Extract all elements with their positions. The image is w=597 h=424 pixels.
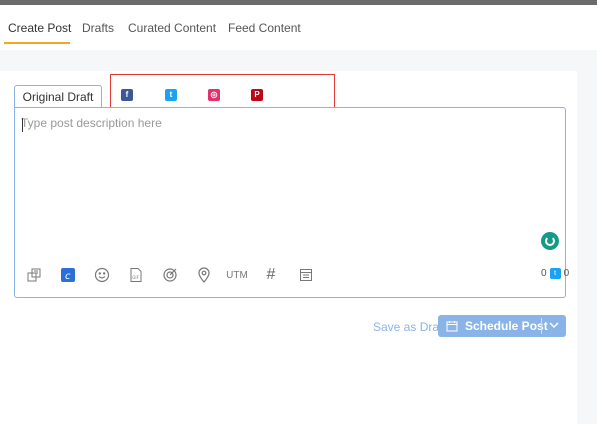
twitter-char-count: 0 — [563, 268, 570, 279]
tab-feed-content[interactable]: Feed Content — [228, 21, 301, 35]
emoji-icon[interactable] — [93, 266, 111, 284]
button-divider — [541, 318, 542, 334]
target-icon[interactable] — [161, 266, 179, 284]
schedule-post-button[interactable]: Schedule Post — [438, 315, 566, 337]
text-caret — [22, 118, 23, 132]
svg-text:c: c — [65, 271, 71, 282]
pinterest-icon[interactable]: P — [251, 89, 263, 101]
tab-curated-content[interactable]: Curated Content — [128, 21, 216, 35]
character-counter: 0 t 0 — [541, 268, 569, 279]
char-count: 0 — [541, 268, 547, 279]
hashtag-icon[interactable]: # — [262, 266, 280, 284]
gif-icon[interactable]: GIF — [127, 266, 145, 284]
twitter-icon[interactable]: t — [165, 89, 177, 101]
twitter-counter-icon: t — [549, 268, 561, 279]
media-library-icon[interactable] — [25, 266, 43, 284]
location-icon[interactable] — [195, 266, 213, 284]
facebook-icon[interactable]: f — [121, 89, 133, 101]
save-as-draft-button[interactable]: Save as Draft — [373, 320, 446, 334]
calendar-icon — [446, 321, 458, 332]
active-tab-indicator — [4, 42, 70, 44]
canva-icon[interactable]: c — [59, 266, 77, 284]
post-editor: c GIF UTM # 0 t 0 — [14, 107, 569, 298]
grammarly-icon[interactable] — [541, 232, 559, 250]
tab-drafts[interactable]: Drafts — [82, 21, 114, 35]
tab-bar: Create Post Drafts Curated Content Feed … — [0, 5, 597, 50]
svg-text:GIF: GIF — [132, 275, 139, 280]
utm-button[interactable]: UTM — [226, 266, 248, 284]
instagram-icon[interactable]: ◎ — [208, 89, 220, 101]
tab-create-post[interactable]: Create Post — [8, 21, 71, 35]
chevron-down-icon[interactable] — [548, 319, 560, 331]
content-library-icon[interactable] — [297, 266, 315, 284]
original-draft-tab[interactable]: Original Draft — [14, 85, 102, 107]
post-description-input[interactable] — [21, 116, 561, 226]
schedule-post-label: Schedule Post — [465, 319, 548, 333]
